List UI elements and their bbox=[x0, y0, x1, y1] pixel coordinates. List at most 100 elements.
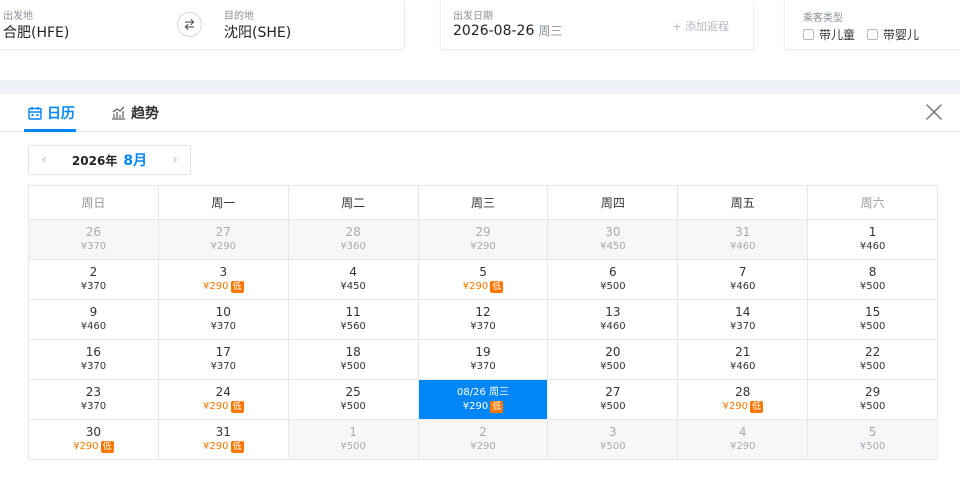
calendar-day[interactable]: 17 ¥370 bbox=[158, 340, 289, 380]
calendar-day[interactable]: 25 ¥500 bbox=[288, 380, 419, 420]
calendar-day[interactable]: 3 ¥290 低 bbox=[158, 260, 289, 300]
date-card[interactable]: 出发日期 2026-08-26 周三 + 添加返程 bbox=[440, 0, 754, 50]
day-number: 1 bbox=[868, 225, 877, 239]
day-price-row: ¥290 低 bbox=[73, 440, 114, 454]
day-price: ¥460 bbox=[730, 281, 756, 292]
to-label: 目的地 bbox=[224, 11, 254, 22]
calendar-day[interactable]: 6 ¥500 bbox=[548, 260, 679, 300]
from-label: 出发地 bbox=[3, 11, 33, 22]
active-tab-indicator bbox=[24, 129, 76, 132]
day-price-row: ¥500 bbox=[600, 280, 625, 294]
calendar-day[interactable]: 1 ¥460 bbox=[808, 220, 939, 260]
calendar-day[interactable]: 14 ¥370 bbox=[678, 300, 809, 340]
calendar-day-selected[interactable]: 08/26 周三 ¥290 低 bbox=[418, 380, 549, 420]
current-month: 2026年 8月 bbox=[59, 150, 160, 170]
day-number: 5 bbox=[868, 425, 877, 439]
calendar-day[interactable]: 29 ¥290 bbox=[418, 220, 549, 260]
day-price-row: ¥370 bbox=[81, 360, 106, 374]
calendar-day[interactable]: 26 ¥370 bbox=[29, 220, 159, 260]
calendar-day[interactable]: 12 ¥370 bbox=[418, 300, 549, 340]
calendar-day[interactable]: 7 ¥460 bbox=[678, 260, 809, 300]
tab-trend[interactable]: 趋势 bbox=[111, 103, 159, 123]
calendar-day[interactable]: 30 ¥290 低 bbox=[29, 420, 159, 460]
day-number: 11 bbox=[345, 305, 361, 319]
tab-calendar[interactable]: 日历 bbox=[28, 103, 75, 123]
calendar-day[interactable]: 21 ¥460 bbox=[678, 340, 809, 380]
day-price: ¥290 bbox=[470, 241, 496, 252]
calendar-day[interactable]: 27 ¥290 bbox=[158, 220, 289, 260]
prev-month-button[interactable]: ‹ bbox=[29, 146, 59, 174]
day-number: 5 bbox=[479, 265, 487, 279]
day-number: 16 bbox=[85, 345, 102, 359]
swap-button[interactable] bbox=[177, 12, 202, 37]
day-price-row: ¥500 bbox=[860, 360, 885, 374]
calendar-day[interactable]: 30 ¥450 bbox=[548, 220, 679, 260]
next-month-button[interactable]: › bbox=[160, 146, 190, 174]
calendar-day[interactable]: 22 ¥500 bbox=[808, 340, 939, 380]
calendar-day[interactable]: 4 ¥290 bbox=[678, 420, 809, 460]
low-price-badge: 低 bbox=[749, 401, 763, 413]
to-value[interactable]: 沈阳(SHE) bbox=[224, 22, 291, 42]
calendar-day[interactable]: 5 ¥500 bbox=[808, 420, 939, 460]
calendar-day[interactable]: 28 ¥290 低 bbox=[678, 380, 809, 420]
calendar-day[interactable]: 11 ¥560 bbox=[288, 300, 419, 340]
calendar-day[interactable]: 31 ¥460 bbox=[678, 220, 809, 260]
day-number: 23 bbox=[85, 385, 102, 399]
calendar-day[interactable]: 10 ¥370 bbox=[158, 300, 289, 340]
calendar-day[interactable]: 31 ¥290 低 bbox=[158, 420, 289, 460]
day-number: 4 bbox=[738, 425, 747, 439]
calendar-day[interactable]: 9 ¥460 bbox=[29, 300, 159, 340]
calendar-panel: 日历 趋势 ‹ 2026年 8月 › 周日 周一 周二 周三 周四 周五 周六 … bbox=[0, 94, 960, 487]
day-price-row: ¥290 低 bbox=[203, 280, 244, 294]
from-value[interactable]: 合肥(HFE) bbox=[3, 22, 69, 42]
add-return-button[interactable]: + 添加返程 bbox=[672, 18, 729, 34]
day-price: ¥370 bbox=[80, 361, 107, 372]
swap-icon bbox=[184, 19, 195, 30]
calendar-day[interactable]: 29 ¥500 bbox=[808, 380, 939, 420]
day-price: ¥500 bbox=[340, 401, 366, 412]
calendar-day[interactable]: 23 ¥370 bbox=[29, 380, 159, 420]
day-price-row: ¥290 低 bbox=[722, 400, 763, 414]
day-price: ¥500 bbox=[859, 401, 886, 412]
calendar-week-row: 2 ¥370 3 ¥290 低 4 ¥450 5 ¥290 低 6 ¥500 7 ¥460 8 ¥500 bbox=[29, 260, 939, 300]
calendar-day[interactable]: 16 ¥370 bbox=[29, 340, 159, 380]
low-price-badge: 低 bbox=[230, 441, 244, 453]
calendar-day[interactable]: 24 ¥290 低 bbox=[158, 380, 289, 420]
calendar-day[interactable]: 3 ¥500 bbox=[548, 420, 679, 460]
day-price-row: ¥290 低 bbox=[203, 440, 244, 454]
calendar-day[interactable]: 2 ¥370 bbox=[29, 260, 159, 300]
calendar-day[interactable]: 1 ¥500 bbox=[288, 420, 419, 460]
calendar-week-row: 9 ¥460 10 ¥370 11 ¥560 12 ¥370 13 ¥460 14 ¥370 15 ¥50… bbox=[29, 300, 939, 340]
day-number: 17 bbox=[215, 345, 231, 359]
day-number: 19 bbox=[475, 345, 491, 359]
day-number: 27 bbox=[605, 385, 621, 399]
weekday-sat: 周六 bbox=[808, 186, 939, 220]
weekday-header: 周日 周一 周二 周三 周四 周五 周六 bbox=[29, 186, 939, 220]
calendar-day[interactable]: 8 ¥500 bbox=[808, 260, 939, 300]
calendar-day[interactable]: 13 ¥460 bbox=[548, 300, 679, 340]
current-year: 2026年 bbox=[71, 154, 118, 168]
close-icon[interactable] bbox=[924, 102, 944, 122]
day-number: 6 bbox=[609, 265, 617, 279]
day-number: 27 bbox=[215, 225, 231, 239]
calendar-day[interactable]: 19 ¥370 bbox=[418, 340, 549, 380]
with-child-checkbox[interactable]: 带儿童 bbox=[803, 26, 855, 43]
day-number: 18 bbox=[345, 345, 361, 359]
calendar-day[interactable]: 28 ¥360 bbox=[288, 220, 419, 260]
with-infant-checkbox[interactable]: 带婴儿 bbox=[867, 26, 919, 43]
calendar-day[interactable]: 4 ¥450 bbox=[288, 260, 419, 300]
day-price-row: ¥370 bbox=[470, 320, 495, 334]
day-price: ¥450 bbox=[340, 281, 366, 292]
day-price: ¥500 bbox=[859, 281, 886, 292]
date-value[interactable]: 2026-08-26 周三 bbox=[453, 22, 562, 39]
calendar-day[interactable]: 20 ¥500 bbox=[548, 340, 679, 380]
day-price: ¥290 bbox=[462, 281, 489, 292]
calendar-day[interactable]: 18 ¥500 bbox=[288, 340, 419, 380]
calendar-day[interactable]: 27 ¥500 bbox=[548, 380, 679, 420]
calendar-day[interactable]: 5 ¥290 低 bbox=[418, 260, 549, 300]
checkbox-icon bbox=[803, 29, 814, 40]
calendar-day[interactable]: 2 ¥290 bbox=[418, 420, 549, 460]
day-price: ¥370 bbox=[80, 281, 107, 292]
day-price: ¥560 bbox=[340, 321, 366, 332]
calendar-day[interactable]: 15 ¥500 bbox=[808, 300, 939, 340]
